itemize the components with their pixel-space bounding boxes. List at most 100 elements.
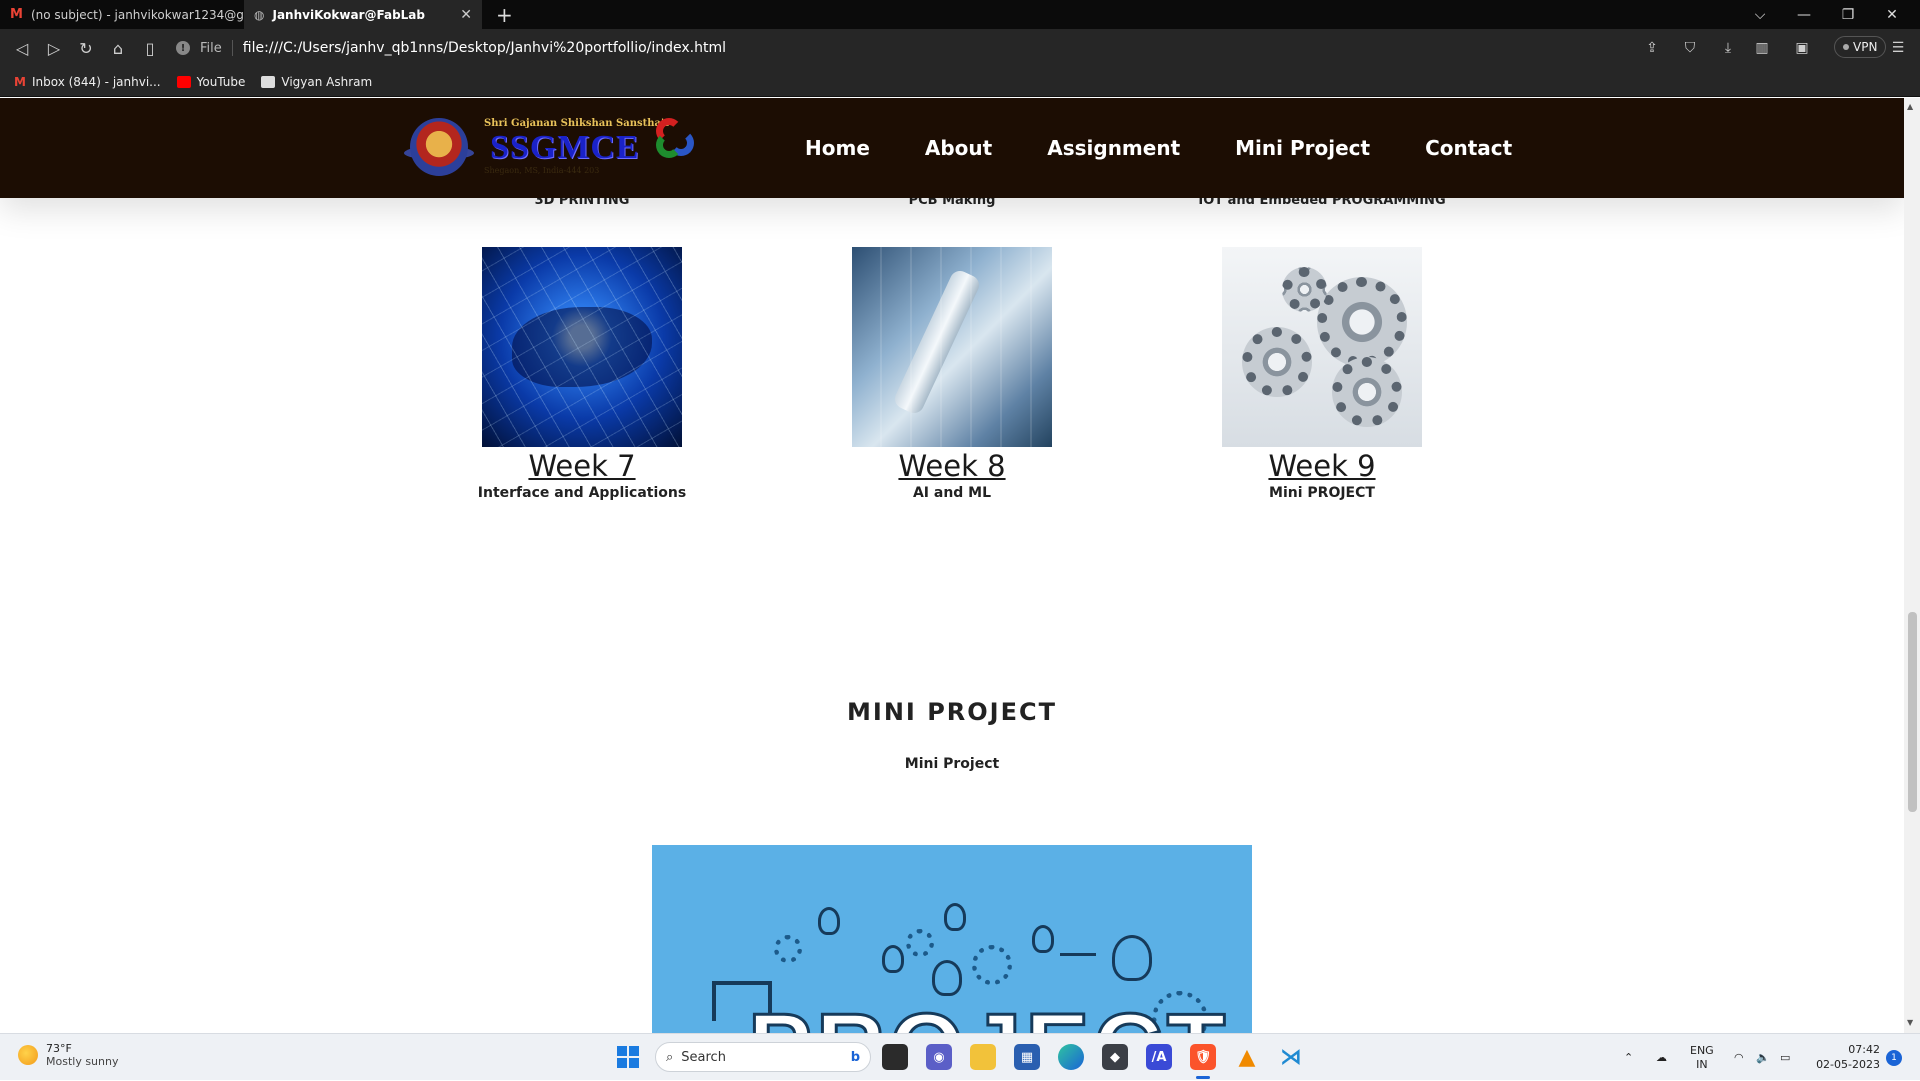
home-button[interactable]: ⌂ [106,37,130,59]
clock-date: 02-05-2023 [1816,1058,1880,1071]
bookmark-label: Inbox (844) - janhvi... [31,74,161,89]
week-subtitle: AI and ML [912,485,992,501]
volume-icon[interactable]: 🔈 [1756,1034,1770,1081]
project-banner-image[interactable]: PROJECT [652,845,1252,1033]
site-header: Shri Gajanan Shikshan Sanstha's SSGMCE S… [0,98,1904,198]
bookmark-label: YouTube [196,74,246,89]
week-link[interactable]: Week 9 [1172,447,1472,485]
tab-gmail[interactable]: M (no subject) - janhvikokwar1234@gma [0,0,243,29]
close-window-button[interactable]: ✕ [1870,0,1914,29]
microsoft-store-icon[interactable]: ▦ [1014,1044,1040,1070]
nav-mini-project[interactable]: Mini Project [1235,136,1370,160]
scheme-label: File [200,40,222,56]
bookmark-youtube[interactable]: YouTube [176,74,246,89]
taskbar-search[interactable]: ⌕ Search b [655,1042,871,1072]
wallet-icon[interactable]: ▣ [1790,37,1814,59]
teams-chat-icon[interactable]: ◉ [926,1044,952,1070]
start-button[interactable] [615,1044,641,1070]
address-bar[interactable]: ! File file:///C:/Users/janhv_qb1nns/Des… [176,33,1666,63]
gear-graphic [1317,277,1407,367]
windows-logo-icon [617,1046,639,1068]
search-icon: ⌕ [666,1049,674,1065]
week-subtitle: Interface and Applications [477,485,687,501]
nav-assignment[interactable]: Assignment [1047,136,1180,160]
windows-taskbar: 73°F Mostly sunny ⌕ Search b ◉ ▦ ◆ /A 🛡 … [0,1033,1920,1080]
mechanical-gears-image[interactable] [1222,247,1422,447]
tab-title: (no subject) - janhvikokwar1234@gma [30,7,243,22]
gmail-icon: M [14,74,26,89]
clock[interactable]: 07:42 02-05-2023 [1800,1042,1880,1072]
lightbulb-icon [932,960,962,996]
vpn-label: VPN [1853,40,1878,54]
vlc-icon[interactable]: ▲ [1234,1044,1260,1070]
scroll-up-icon[interactable]: ▲ [1907,102,1913,111]
back-button[interactable]: ◁ [10,37,34,59]
minimize-button[interactable]: — [1782,0,1826,29]
site-info-icon[interactable]: ! [176,41,190,55]
bookmark-button[interactable]: ▯ [138,37,162,59]
college-logo[interactable]: Shri Gajanan Shikshan Sanstha's SSGMCE S… [404,116,710,180]
new-tab-button[interactable]: + [496,3,513,27]
globe-icon: ◍ [254,7,265,22]
bookmark-inbox[interactable]: M Inbox (844) - janhvi... [14,75,161,89]
search-placeholder: Search [681,1049,726,1065]
mini-project-subheading: Mini Project [904,756,1000,772]
brave-shields-icon[interactable]: ⛉ [1678,37,1702,59]
task-view-icon[interactable] [882,1044,908,1070]
robot-arm-image[interactable] [852,247,1052,447]
lightbulb-icon [1032,925,1054,953]
tab-portfolio[interactable]: ◍ JanhviKokwar@FabLab ✕ [244,0,482,29]
menu-icon[interactable]: ☰ [1886,37,1910,59]
bookmark-label: Vigyan Ashram [281,74,373,89]
vpn-button[interactable]: VPN [1834,36,1887,58]
url-text[interactable]: file:///C:/Users/janhv_qb1nns/Desktop/Ja… [243,40,726,56]
fablab-logo-icon [656,118,706,168]
vscode-icon[interactable]: ⋊ [1278,1044,1304,1070]
battery-icon[interactable]: ▭ [1780,1034,1790,1081]
reload-button[interactable]: ↻ [74,37,98,59]
onedrive-icon[interactable]: ☁ [1656,1034,1667,1081]
vpn-status-dot [1843,44,1849,50]
gear-graphic [1282,267,1327,312]
wifi-icon[interactable]: ◠ [1734,1034,1744,1081]
show-hidden-icons[interactable]: ⌃ [1624,1034,1633,1081]
notification-badge[interactable]: 1 [1886,1050,1902,1066]
language-indicator[interactable]: ENG IN [1690,1034,1714,1081]
scroll-down-icon[interactable]: ▼ [1907,1018,1913,1027]
nav-about[interactable]: About [925,136,992,160]
gear-graphic [1242,327,1312,397]
close-tab-icon[interactable]: ✕ [460,7,472,23]
scrollbar-thumb[interactable] [1908,612,1917,812]
sidebar-icon[interactable]: ▥ [1750,37,1774,59]
divider [231,40,233,56]
tab-search-chevron-icon[interactable]: ⌵ [1738,0,1782,29]
week-card: Week 9 Mini PROJECT [1172,247,1472,501]
gmail-icon: M [10,7,23,22]
app-icon[interactable]: /A [1146,1044,1172,1070]
globe-network-image[interactable] [482,247,682,447]
edge-icon[interactable] [1058,1044,1084,1070]
week-card: Week 7 Interface and Applications [432,247,732,501]
mini-project-heading: MINI PROJECT [847,698,1057,726]
logo-top-line: Shri Gajanan Shikshan Sanstha's [484,118,670,129]
file-explorer-icon[interactable] [970,1044,996,1070]
brave-browser-icon[interactable]: 🛡 [1190,1044,1216,1070]
bookmark-page-icon [261,75,276,88]
lightbulb-icon [944,903,966,931]
nav-home[interactable]: Home [805,136,870,160]
week-subtitle: Mini PROJECT [1269,485,1375,501]
bookmark-vigyan-ashram[interactable]: Vigyan Ashram [261,75,372,89]
restore-button[interactable]: ❐ [1826,0,1870,29]
week-link[interactable]: Week 7 [432,447,732,485]
active-app-indicator [1196,1076,1210,1079]
nav-contact[interactable]: Contact [1425,136,1512,160]
weather-widget[interactable]: 73°F Mostly sunny [18,1042,118,1068]
week-link[interactable]: Week 8 [802,447,1102,485]
language-line2: IN [1696,1057,1708,1071]
download-icon[interactable]: ⤓ [1716,37,1740,59]
page-scrollbar[interactable]: ▲ ▼ [1904,98,1920,1033]
forward-button[interactable]: ▷ [42,37,66,59]
share-icon[interactable]: ⇪ [1640,37,1664,59]
gear-graphic [1332,357,1402,427]
unity-icon[interactable]: ◆ [1102,1044,1128,1070]
